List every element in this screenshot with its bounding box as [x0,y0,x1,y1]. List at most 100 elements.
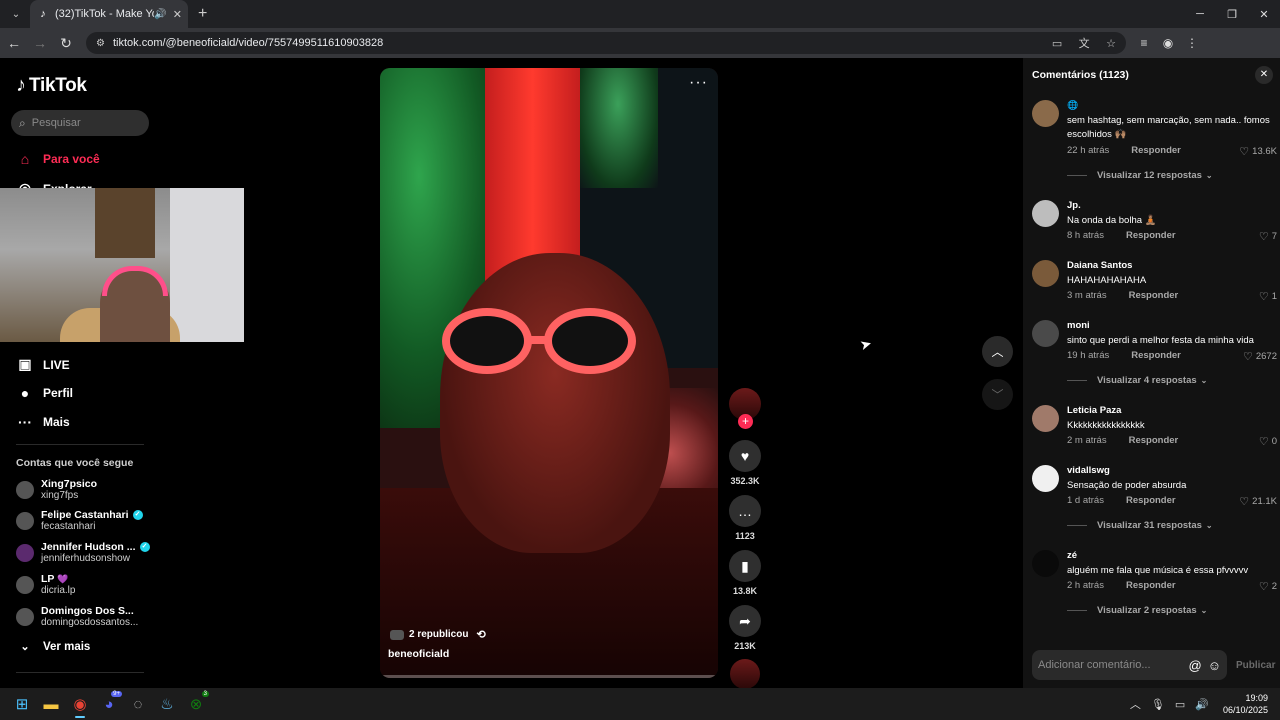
steam-icon[interactable]: ♨ [153,690,181,718]
avatar[interactable] [1032,260,1059,287]
comment-username[interactable]: moni [1067,320,1090,331]
publish-button[interactable]: Publicar [1236,660,1275,671]
browser-tab-tiktok[interactable]: ♪ (32)TikTok - Make Your Day 🔊 ✕ [30,0,188,28]
like-button[interactable]: ♥ [729,440,761,472]
comment-input[interactable] [1038,659,1183,671]
nav-for-you[interactable]: ⌂ Para você [16,151,100,167]
comment-like-button[interactable]: ♡ 7 [1259,230,1277,243]
reply-button[interactable]: Responder [1131,350,1181,363]
avatar[interactable] [1032,200,1059,227]
reply-button[interactable]: Responder [1126,580,1176,593]
tab-search-chevron-icon[interactable]: ⌄ [4,4,28,24]
window-close-button[interactable]: ✕ [1248,0,1280,28]
view-replies-button[interactable]: Visualizar 2 respostas ⌄ [1067,605,1207,616]
minimize-button[interactable]: ─ [1184,0,1216,28]
address-bar[interactable]: ⚙ tiktok.com/@beneoficiald/video/7557499… [86,32,1126,54]
following-account[interactable]: Domingos Dos S... domingosdossantos... [16,605,138,628]
following-account[interactable]: Xing7psico xing7fps [16,478,97,501]
obs-icon[interactable]: ◌ [124,690,152,718]
comment-like-button[interactable]: ♡ 0 [1259,435,1277,448]
file-explorer-icon[interactable]: ▬ [37,690,65,718]
comment-username[interactable]: zé [1067,550,1077,561]
author-avatar[interactable]: + [729,388,761,429]
following-account[interactable]: Felipe Castanhari ✓ fecastanhari [16,509,143,532]
comment-like-button[interactable]: ♡ 21.1K [1239,495,1277,508]
comment-button[interactable]: … [729,495,761,527]
video-more-options-icon[interactable]: ··· [689,74,708,92]
comment-like-button[interactable]: ♡ 1 [1259,290,1277,303]
site-info-icon[interactable]: ⚙ [96,38,105,49]
avatar[interactable] [1032,465,1059,492]
media-controls-icon[interactable]: ≡ [1132,36,1156,50]
forward-button[interactable]: → [28,31,52,55]
nav-live[interactable]: ▣ LIVE [16,356,69,373]
reply-button[interactable]: Responder [1131,145,1181,158]
profile-icon[interactable]: ◉ [1156,36,1180,50]
mention-at-icon[interactable]: @ [1189,658,1202,673]
microphone-icon[interactable]: 🎙 [1151,698,1165,711]
reload-button[interactable]: ↻ [54,31,78,55]
view-replies-button[interactable]: Visualizar 12 respostas ⌄ [1067,170,1213,181]
comment-like-button[interactable]: ♡ 13.6K [1239,145,1277,158]
next-video-button[interactable]: ﹀ [982,379,1013,410]
nav-profile[interactable]: ● Perfil [16,385,73,401]
view-replies-button[interactable]: Visualizar 4 respostas ⌄ [1067,375,1207,386]
video-author[interactable]: beneoficiald [388,648,449,660]
follow-plus-icon[interactable]: + [738,414,753,429]
nav-more[interactable]: ··· Mais [16,414,70,430]
following-account[interactable]: LP 💜 dicria.lp [16,573,75,596]
network-icon[interactable]: ▭ [1175,698,1185,711]
reply-button[interactable]: Responder [1126,230,1176,243]
reply-button[interactable]: Responder [1129,435,1179,448]
xbox-icon[interactable]: ⊗ 3 [182,690,210,718]
avatar[interactable] [1032,100,1059,127]
taskbar-clock[interactable]: 19:09 06/10/2025 [1223,692,1268,716]
avatar[interactable] [1032,550,1059,577]
volume-icon[interactable]: 🔊 [1195,698,1209,711]
comment-username[interactable]: 🌐 [1067,100,1078,111]
tiktok-logo[interactable]: ♪ TikTok [16,74,87,97]
repost-indicator[interactable]: 2 republicou ⟲ [390,628,486,641]
avatar[interactable] [1032,320,1059,347]
audio-playing-icon[interactable]: 🔊 [154,9,166,20]
discord-icon[interactable]: ◕ 9+ [95,690,123,718]
bookmark-star-icon[interactable]: ☆ [1106,38,1116,50]
avatar [16,480,34,499]
comment-username[interactable]: Leticia Paza [1067,405,1121,416]
translate-icon[interactable]: 文 [1079,38,1090,50]
url-text[interactable]: tiktok.com/@beneoficiald/video/755749951… [113,37,1040,49]
avatar[interactable] [1032,405,1059,432]
save-button[interactable]: ▮ [729,550,761,582]
emoji-smile-icon[interactable]: ☺ [1208,658,1221,673]
windows-start-icon[interactable]: ⊞ [8,690,36,718]
comment-username[interactable]: vidallswg [1067,465,1110,476]
previous-video-button[interactable]: ︿ [982,336,1013,367]
new-tab-button[interactable]: + [198,5,207,23]
comment-username[interactable]: Daiana Santos [1067,260,1132,271]
video-player[interactable]: ··· 2 republicou ⟲ beneoficiald [380,68,718,678]
view-replies-button[interactable]: Visualizar 31 respostas ⌄ [1067,520,1213,531]
browser-menu-icon[interactable]: ⋮ [1180,36,1204,50]
following-account[interactable]: Jennifer Hudson ... ✓ jenniferhudsonshow [16,541,150,564]
cast-icon[interactable]: ▭ [1052,38,1062,50]
close-comments-button[interactable]: ✕ [1255,66,1273,84]
video-action-bar: + ♥ 352.3K … 1123 ▮ 13.8K ➦ 213K [728,388,762,688]
back-button[interactable]: ← [2,31,26,55]
comment-input-box[interactable]: @ ☺ [1032,650,1227,680]
tab-close-icon[interactable]: ✕ [173,8,182,21]
reply-button[interactable]: Responder [1126,495,1176,508]
chrome-icon[interactable]: ◉ [66,690,94,718]
account-handle: dicria.lp [41,585,76,596]
restore-button[interactable]: ❐ [1216,0,1248,28]
music-disc-icon[interactable] [730,659,760,688]
comment-username[interactable]: Jp. [1067,200,1081,211]
comment-like-button[interactable]: ♡ 2 [1259,580,1277,593]
see-more-button[interactable]: ⌄ Ver mais [16,640,90,654]
share-button[interactable]: ➦ [729,605,761,637]
comment-like-button[interactable]: ♡ 2672 [1243,350,1277,363]
search-input[interactable] [31,117,132,129]
search-box[interactable]: ⌕ [11,110,149,136]
tray-overflow-chevron-icon[interactable]: ︿ [1130,696,1141,712]
video-progress-bar[interactable] [380,675,718,678]
reply-button[interactable]: Responder [1129,290,1179,303]
